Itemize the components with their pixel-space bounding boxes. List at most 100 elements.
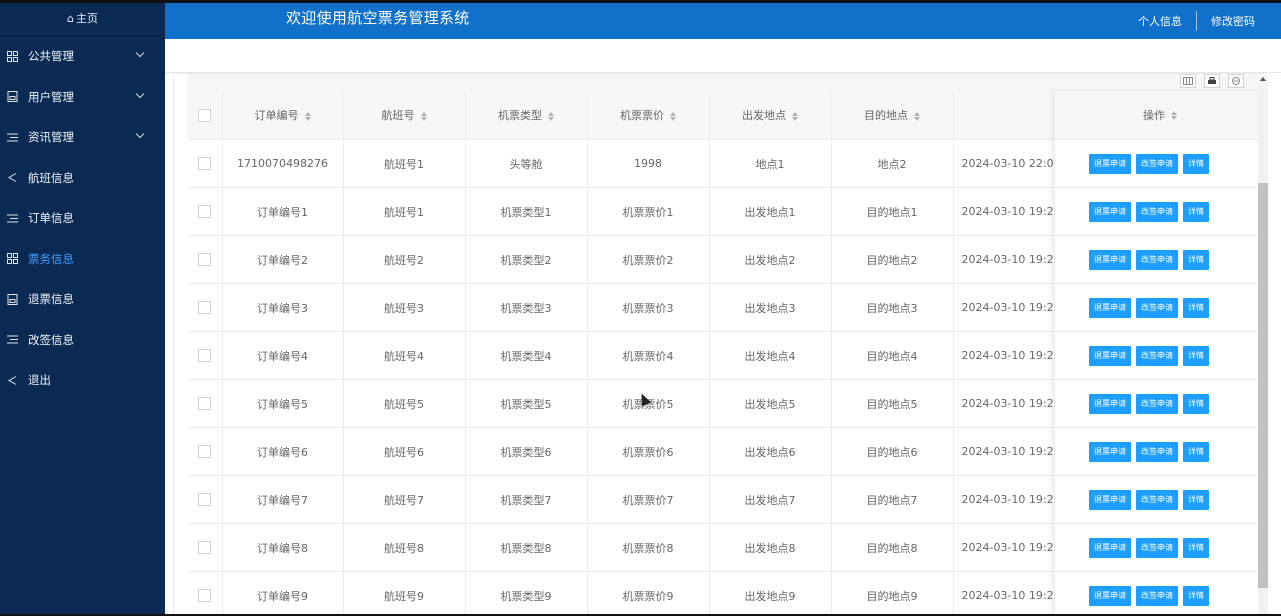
actions-row: 退票申请 改签申请 详情 bbox=[1055, 284, 1265, 332]
table-cell: 航班号4 bbox=[343, 331, 466, 380]
row-checkbox[interactable] bbox=[197, 157, 211, 171]
detail-button[interactable]: 详情 bbox=[1183, 249, 1209, 270]
detail-button[interactable]: 详情 bbox=[1183, 585, 1209, 606]
detail-button[interactable]: 详情 bbox=[1183, 537, 1209, 558]
select-all-checkbox[interactable] bbox=[197, 108, 211, 122]
sort-icon[interactable] bbox=[1171, 110, 1177, 120]
row-select-cell bbox=[187, 139, 223, 188]
sidebar-item-1[interactable]: 用户管理 bbox=[0, 77, 165, 118]
column-header-label: 机票类型 bbox=[498, 109, 542, 122]
reschedule-button[interactable]: 改签申请 bbox=[1136, 585, 1178, 606]
export-icon[interactable] bbox=[1204, 74, 1220, 88]
sidebar-item-0[interactable]: 公共管理 bbox=[0, 36, 165, 77]
sidebar-item-3[interactable]: 航班信息 bbox=[0, 158, 165, 199]
columns-filter-icon[interactable] bbox=[1180, 74, 1196, 88]
column-header-label: 订单编号 bbox=[254, 109, 299, 122]
refund-button[interactable]: 退票申请 bbox=[1089, 441, 1131, 462]
refund-button[interactable]: 退票申请 bbox=[1089, 249, 1131, 270]
row-checkbox[interactable] bbox=[197, 253, 211, 267]
sidebar-item-8[interactable]: 退出 bbox=[0, 360, 165, 401]
sort-icon[interactable] bbox=[548, 111, 554, 121]
refund-button[interactable]: 退票申请 bbox=[1089, 537, 1131, 558]
sidebar-item-label: 改签信息 bbox=[28, 332, 74, 347]
actions-row: 退票申请 改签申请 详情 bbox=[1055, 524, 1265, 572]
print-icon[interactable] bbox=[1228, 74, 1244, 88]
scroll-up-arrow-icon[interactable] bbox=[1260, 77, 1266, 81]
row-checkbox[interactable] bbox=[197, 589, 211, 603]
detail-button[interactable]: 详情 bbox=[1183, 489, 1209, 510]
profile-link[interactable]: 个人信息 bbox=[1138, 13, 1182, 29]
actions-row: 退票申请 改签申请 详情 bbox=[1055, 236, 1265, 284]
reschedule-button[interactable]: 改签申请 bbox=[1136, 537, 1178, 558]
detail-button[interactable]: 详情 bbox=[1183, 441, 1209, 462]
app-frame: ⌂ 主页 公共管理 用户管理 资讯管理 航班信息 订单信息 票务信息 退票信息改签信息退出 欢… bbox=[0, 3, 1281, 614]
detail-button[interactable]: 详情 bbox=[1183, 345, 1209, 366]
refund-button[interactable]: 退票申请 bbox=[1089, 297, 1131, 318]
table-cell: 机票票价1 bbox=[587, 187, 710, 236]
row-checkbox[interactable] bbox=[197, 301, 211, 315]
row-checkbox[interactable] bbox=[197, 493, 211, 507]
reschedule-button[interactable]: 改签申请 bbox=[1136, 297, 1178, 318]
table-panel: 订单编号航班号机票类型机票票价出发地点目的地点起飞时间 171007049827… bbox=[173, 73, 1267, 614]
table-cell: 机票票价4 bbox=[587, 331, 710, 380]
table-cell: 出发地点3 bbox=[709, 283, 832, 332]
reschedule-button[interactable]: 改签申请 bbox=[1136, 441, 1178, 462]
reschedule-button[interactable]: 改签申请 bbox=[1136, 201, 1178, 222]
sort-icon[interactable] bbox=[670, 111, 676, 121]
sidebar-item-4[interactable]: 订单信息 bbox=[0, 198, 165, 239]
sort-icon[interactable] bbox=[304, 111, 311, 121]
sort-icon[interactable] bbox=[792, 111, 798, 121]
row-checkbox[interactable] bbox=[197, 541, 211, 555]
grid-icon bbox=[6, 253, 18, 265]
reschedule-button[interactable]: 改签申请 bbox=[1136, 153, 1178, 174]
row-checkbox[interactable] bbox=[197, 445, 211, 459]
actions-header-label: 操作 bbox=[1143, 109, 1165, 122]
chevron-down-icon[interactable] bbox=[135, 129, 145, 139]
sidebar-item-7[interactable]: 改签信息 bbox=[0, 320, 165, 361]
row-select-cell bbox=[187, 475, 223, 524]
actions-row: 退票申请 改签申请 详情 bbox=[1055, 380, 1265, 428]
detail-button[interactable]: 详情 bbox=[1183, 297, 1209, 318]
sort-icon[interactable] bbox=[914, 111, 920, 121]
refund-button[interactable]: 退票申请 bbox=[1089, 489, 1131, 510]
detail-button[interactable]: 详情 bbox=[1183, 201, 1209, 222]
sidebar-item-5[interactable]: 票务信息 bbox=[0, 239, 165, 280]
table-cell: 机票票价3 bbox=[587, 283, 710, 332]
detail-button[interactable]: 详情 bbox=[1183, 393, 1209, 414]
reschedule-button[interactable]: 改签申请 bbox=[1136, 489, 1178, 510]
refund-button[interactable]: 退票申请 bbox=[1089, 585, 1131, 606]
reschedule-button[interactable]: 改签申请 bbox=[1136, 345, 1178, 366]
refund-button[interactable]: 退票申请 bbox=[1089, 201, 1131, 222]
chevron-down-icon[interactable] bbox=[135, 89, 145, 98]
table-cell: 订单编号6 bbox=[222, 427, 344, 476]
row-checkbox[interactable] bbox=[197, 349, 211, 363]
change-password-link[interactable]: 修改密码 bbox=[1211, 13, 1255, 29]
refund-button[interactable]: 退票申请 bbox=[1089, 153, 1131, 174]
select-all-cell bbox=[187, 91, 223, 140]
refund-button[interactable]: 退票申请 bbox=[1089, 393, 1131, 414]
sidebar-item-2[interactable]: 资讯管理 bbox=[0, 117, 165, 158]
reschedule-button[interactable]: 改签申请 bbox=[1136, 393, 1178, 414]
share-icon bbox=[6, 172, 18, 184]
scrollbar-thumb[interactable] bbox=[1258, 183, 1268, 588]
actions-row: 退票申请 改签申请 详情 bbox=[1055, 332, 1265, 380]
table-cell: 机票类型8 bbox=[465, 523, 588, 572]
detail-button[interactable]: 详情 bbox=[1183, 153, 1209, 174]
refund-button[interactable]: 退票申请 bbox=[1089, 345, 1131, 366]
sidebar: ⌂ 主页 公共管理 用户管理 资讯管理 航班信息 订单信息 票务信息 退票信息改签信息退出 bbox=[0, 3, 165, 614]
table-cell: 出发地点6 bbox=[709, 427, 832, 476]
table-cell: 机票类型1 bbox=[465, 187, 588, 236]
reschedule-button[interactable]: 改签申请 bbox=[1136, 249, 1178, 270]
row-checkbox[interactable] bbox=[197, 397, 211, 411]
home-link[interactable]: ⌂ 主页 bbox=[0, 3, 165, 36]
table-cell: 订单编号9 bbox=[222, 571, 344, 614]
sort-icon[interactable] bbox=[420, 111, 427, 121]
top-header: 欢迎使用航空票务管理系统 个人信息 修改密码 bbox=[165, 3, 1281, 39]
chevron-down-icon[interactable] bbox=[135, 48, 145, 58]
table-cell: 航班号1 bbox=[343, 139, 466, 188]
sidebar-item-6[interactable]: 退票信息 bbox=[0, 279, 165, 320]
row-checkbox[interactable] bbox=[197, 205, 211, 219]
table-cell: 出发地点8 bbox=[709, 523, 832, 572]
table-cell: 出发地点1 bbox=[709, 187, 832, 236]
table-cell: 航班号9 bbox=[343, 571, 466, 614]
